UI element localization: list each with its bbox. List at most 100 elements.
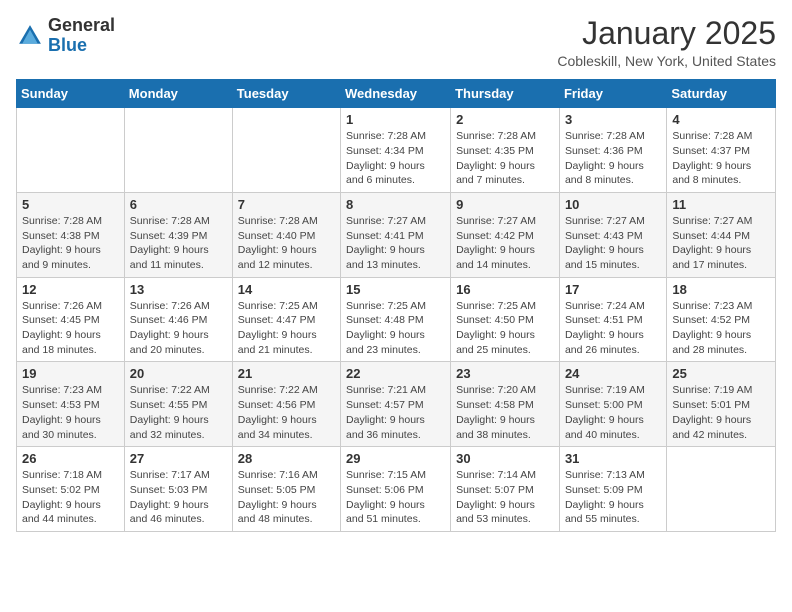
day-info: Sunrise: 7:27 AMSunset: 4:41 PMDaylight:… bbox=[346, 214, 445, 273]
day-number: 22 bbox=[346, 366, 445, 381]
day-info: Sunrise: 7:15 AMSunset: 5:06 PMDaylight:… bbox=[346, 468, 445, 527]
logo-icon bbox=[16, 22, 44, 50]
week-row-1: 1 Sunrise: 7:28 AMSunset: 4:34 PMDaylight… bbox=[17, 108, 776, 193]
day-cell: 1 Sunrise: 7:28 AMSunset: 4:34 PMDaylight… bbox=[341, 108, 451, 193]
day-number: 6 bbox=[130, 197, 227, 212]
day-info: Sunrise: 7:28 AMSunset: 4:35 PMDaylight:… bbox=[456, 129, 554, 188]
day-cell: 10 Sunrise: 7:27 AMSunset: 4:43 PMDayligh… bbox=[559, 192, 666, 277]
day-info: Sunrise: 7:25 AMSunset: 4:48 PMDaylight:… bbox=[346, 299, 445, 358]
day-number: 17 bbox=[565, 282, 661, 297]
day-cell: 20 Sunrise: 7:22 AMSunset: 4:55 PMDayligh… bbox=[124, 362, 232, 447]
day-number: 31 bbox=[565, 451, 661, 466]
day-number: 21 bbox=[238, 366, 335, 381]
day-info: Sunrise: 7:21 AMSunset: 4:57 PMDaylight:… bbox=[346, 383, 445, 442]
day-info: Sunrise: 7:28 AMSunset: 4:36 PMDaylight:… bbox=[565, 129, 661, 188]
day-cell: 24 Sunrise: 7:19 AMSunset: 5:00 PMDayligh… bbox=[559, 362, 666, 447]
day-info: Sunrise: 7:19 AMSunset: 5:01 PMDaylight:… bbox=[672, 383, 770, 442]
day-info: Sunrise: 7:28 AMSunset: 4:37 PMDaylight:… bbox=[672, 129, 770, 188]
day-number: 19 bbox=[22, 366, 119, 381]
day-number: 11 bbox=[672, 197, 770, 212]
day-number: 24 bbox=[565, 366, 661, 381]
day-cell: 23 Sunrise: 7:20 AMSunset: 4:58 PMDayligh… bbox=[451, 362, 560, 447]
day-cell: 12 Sunrise: 7:26 AMSunset: 4:45 PMDayligh… bbox=[17, 277, 125, 362]
weekday-header-wednesday: Wednesday bbox=[341, 80, 451, 108]
day-info: Sunrise: 7:22 AMSunset: 4:55 PMDaylight:… bbox=[130, 383, 227, 442]
day-number: 9 bbox=[456, 197, 554, 212]
logo-general: General bbox=[48, 15, 115, 35]
day-cell: 30Sunrise: 7:14 AMSunset: 5:07 PMDayligh… bbox=[451, 447, 560, 532]
day-info: Sunrise: 7:22 AMSunset: 4:56 PMDaylight:… bbox=[238, 383, 335, 442]
logo: General Blue bbox=[16, 16, 115, 56]
day-info: Sunrise: 7:28 AMSunset: 4:38 PMDaylight:… bbox=[22, 214, 119, 273]
day-info: Sunrise: 7:20 AMSunset: 4:58 PMDaylight:… bbox=[456, 383, 554, 442]
day-info: Sunrise: 7:27 AMSunset: 4:44 PMDaylight:… bbox=[672, 214, 770, 273]
day-number: 2 bbox=[456, 112, 554, 127]
weekday-header-friday: Friday bbox=[559, 80, 666, 108]
day-number: 5 bbox=[22, 197, 119, 212]
day-cell: 13 Sunrise: 7:26 AMSunset: 4:46 PMDayligh… bbox=[124, 277, 232, 362]
day-info: Sunrise: 7:28 AMSunset: 4:39 PMDaylight:… bbox=[130, 214, 227, 273]
day-number: 16 bbox=[456, 282, 554, 297]
day-info: Sunrise: 7:25 AMSunset: 4:47 PMDaylight:… bbox=[238, 299, 335, 358]
day-cell: 7Sunrise: 7:28 AMSunset: 4:40 PMDaylight… bbox=[232, 192, 340, 277]
location: Cobleskill, New York, United States bbox=[557, 53, 776, 69]
day-info: Sunrise: 7:18 AMSunset: 5:02 PMDaylight:… bbox=[22, 468, 119, 527]
day-cell: 18 Sunrise: 7:23 AMSunset: 4:52 PMDayligh… bbox=[667, 277, 776, 362]
logo-blue: Blue bbox=[48, 35, 87, 55]
weekday-header-tuesday: Tuesday bbox=[232, 80, 340, 108]
day-cell: 3Sunrise: 7:28 AMSunset: 4:36 PMDaylight… bbox=[559, 108, 666, 193]
title-block: January 2025 Cobleskill, New York, Unite… bbox=[557, 16, 776, 69]
day-info: Sunrise: 7:24 AMSunset: 4:51 PMDaylight:… bbox=[565, 299, 661, 358]
day-cell: 27 Sunrise: 7:17 AMSunset: 5:03 PMDayligh… bbox=[124, 447, 232, 532]
day-number: 28 bbox=[238, 451, 335, 466]
day-info: Sunrise: 7:28 AMSunset: 4:34 PMDaylight:… bbox=[346, 129, 445, 188]
day-cell: 25Sunrise: 7:19 AMSunset: 5:01 PMDayligh… bbox=[667, 362, 776, 447]
day-cell: 6 Sunrise: 7:28 AMSunset: 4:39 PMDaylight… bbox=[124, 192, 232, 277]
day-info: Sunrise: 7:26 AMSunset: 4:45 PMDaylight:… bbox=[22, 299, 119, 358]
day-info: Sunrise: 7:19 AMSunset: 5:00 PMDaylight:… bbox=[565, 383, 661, 442]
day-info: Sunrise: 7:25 AMSunset: 4:50 PMDaylight:… bbox=[456, 299, 554, 358]
day-number: 8 bbox=[346, 197, 445, 212]
day-cell: 16 Sunrise: 7:25 AMSunset: 4:50 PMDayligh… bbox=[451, 277, 560, 362]
day-number: 10 bbox=[565, 197, 661, 212]
day-number: 14 bbox=[238, 282, 335, 297]
month-title: January 2025 bbox=[557, 16, 776, 51]
day-cell: 29 Sunrise: 7:15 AMSunset: 5:06 PMDayligh… bbox=[341, 447, 451, 532]
day-info: Sunrise: 7:27 AMSunset: 4:43 PMDaylight:… bbox=[565, 214, 661, 273]
day-number: 15 bbox=[346, 282, 445, 297]
weekday-header-sunday: Sunday bbox=[17, 80, 125, 108]
day-number: 23 bbox=[456, 366, 554, 381]
day-number: 13 bbox=[130, 282, 227, 297]
calendar-table: SundayMondayTuesdayWednesdayThursdayFrid… bbox=[16, 79, 776, 532]
week-row-2: 5 Sunrise: 7:28 AMSunset: 4:38 PMDaylight… bbox=[17, 192, 776, 277]
day-cell: 21 Sunrise: 7:22 AMSunset: 4:56 PMDayligh… bbox=[232, 362, 340, 447]
day-cell bbox=[232, 108, 340, 193]
day-cell: 11 Sunrise: 7:27 AMSunset: 4:44 PMDayligh… bbox=[667, 192, 776, 277]
day-cell: 15 Sunrise: 7:25 AMSunset: 4:48 PMDayligh… bbox=[341, 277, 451, 362]
weekday-header-saturday: Saturday bbox=[667, 80, 776, 108]
day-number: 4 bbox=[672, 112, 770, 127]
day-number: 12 bbox=[22, 282, 119, 297]
day-cell bbox=[667, 447, 776, 532]
day-number: 1 bbox=[346, 112, 445, 127]
day-info: Sunrise: 7:26 AMSunset: 4:46 PMDaylight:… bbox=[130, 299, 227, 358]
day-number: 30 bbox=[456, 451, 554, 466]
day-info: Sunrise: 7:13 AMSunset: 5:09 PMDaylight:… bbox=[565, 468, 661, 527]
day-cell: 2 Sunrise: 7:28 AMSunset: 4:35 PMDaylight… bbox=[451, 108, 560, 193]
day-cell bbox=[17, 108, 125, 193]
day-cell: 14 Sunrise: 7:25 AMSunset: 4:47 PMDayligh… bbox=[232, 277, 340, 362]
day-number: 20 bbox=[130, 366, 227, 381]
day-number: 26 bbox=[22, 451, 119, 466]
day-info: Sunrise: 7:27 AMSunset: 4:42 PMDaylight:… bbox=[456, 214, 554, 273]
day-number: 29 bbox=[346, 451, 445, 466]
day-cell: 26 Sunrise: 7:18 AMSunset: 5:02 PMDayligh… bbox=[17, 447, 125, 532]
day-number: 27 bbox=[130, 451, 227, 466]
day-number: 7 bbox=[238, 197, 335, 212]
weekday-header-monday: Monday bbox=[124, 80, 232, 108]
day-cell bbox=[124, 108, 232, 193]
day-info: Sunrise: 7:17 AMSunset: 5:03 PMDaylight:… bbox=[130, 468, 227, 527]
day-info: Sunrise: 7:23 AMSunset: 4:52 PMDaylight:… bbox=[672, 299, 770, 358]
week-row-3: 12 Sunrise: 7:26 AMSunset: 4:45 PMDayligh… bbox=[17, 277, 776, 362]
day-number: 18 bbox=[672, 282, 770, 297]
day-cell: 4 Sunrise: 7:28 AMSunset: 4:37 PMDaylight… bbox=[667, 108, 776, 193]
